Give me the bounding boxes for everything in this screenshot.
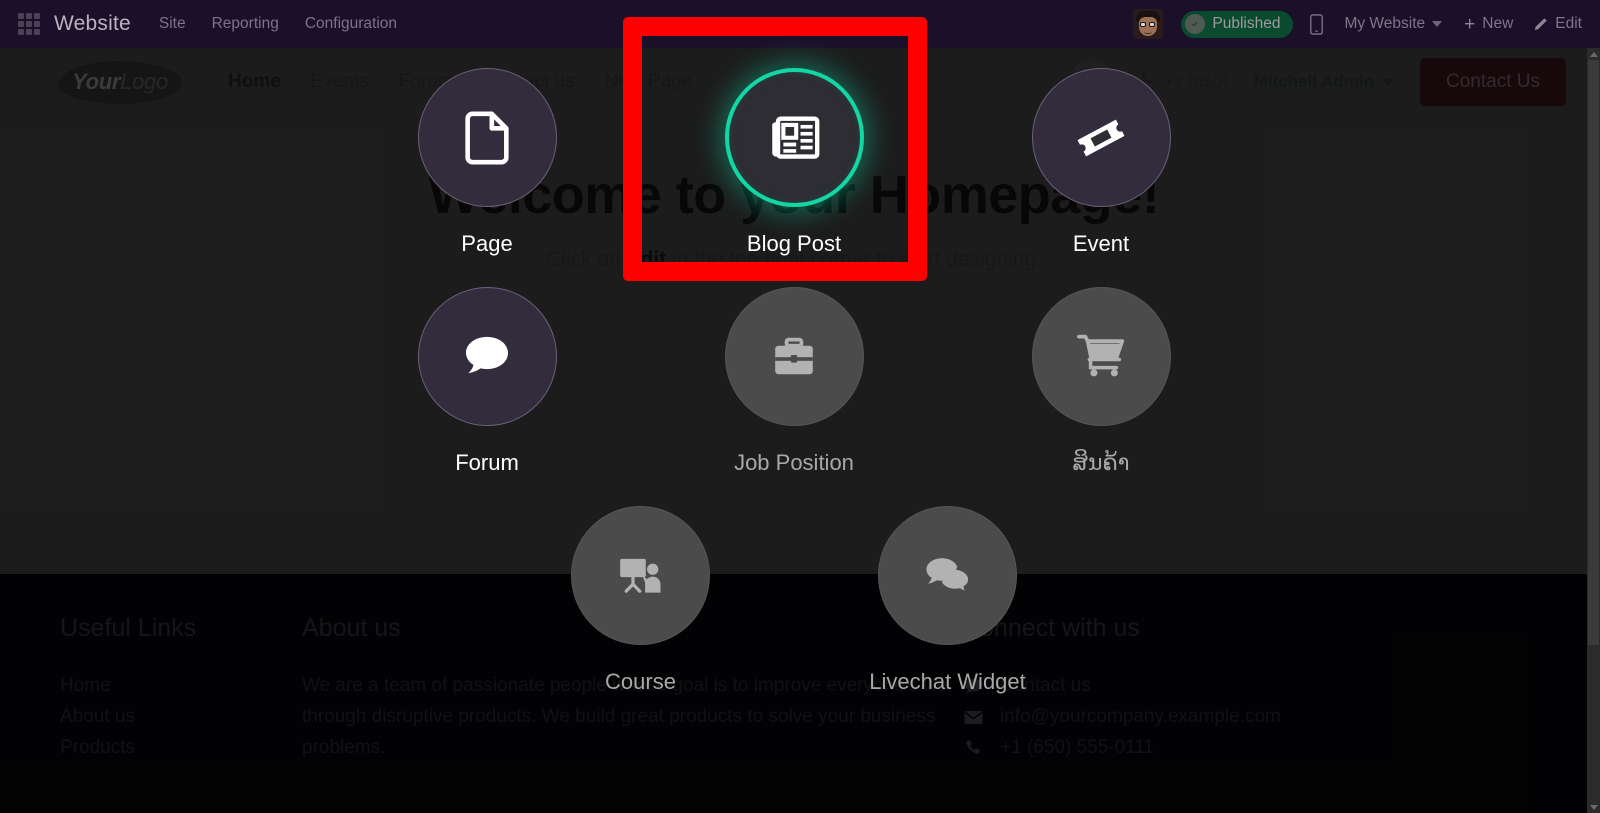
mobile-icon[interactable] [1309,13,1324,35]
new-content-event[interactable]: Event [994,68,1209,257]
new-content-row-2: Forum Job Position ສິນຄ້າ [0,287,1588,476]
menu-configuration[interactable]: Configuration [305,15,397,33]
screen: Website Site Reporting Configuration Pub… [0,0,1600,813]
odoo-top-bar: Website Site Reporting Configuration Pub… [0,0,1600,48]
new-content-dialog: Page Blog Post Event Forum Job Position … [0,48,1588,813]
top-bar-right: Published My Website + New Edit [1133,9,1600,39]
new-content-row-1: Page Blog Post Event [0,68,1588,257]
site-selector[interactable]: My Website [1344,15,1443,33]
new-content-product[interactable]: ສິນຄ້າ [994,287,1209,476]
publish-label: Published [1212,15,1281,32]
site-selector-label: My Website [1344,15,1426,32]
new-content-forum-label: Forum [455,450,519,475]
new-button[interactable]: + New [1464,15,1513,34]
scroll-up-arrow-icon[interactable] [1587,48,1600,60]
newspaper-icon[interactable] [724,68,864,207]
new-content-course[interactable]: Course [533,506,748,695]
new-content-row-3: Course Livechat Widget [0,506,1588,695]
new-content-page[interactable]: Page [380,68,595,257]
menu-site[interactable]: Site [159,15,186,33]
new-button-label: New [1482,15,1514,32]
briefcase-icon[interactable] [724,287,864,426]
new-content-course-label: Course [605,669,676,694]
scrollbar-thumb[interactable] [1588,60,1599,645]
new-content-job-position[interactable]: Job Position [687,287,902,476]
ticket-icon[interactable] [1031,68,1171,207]
new-content-job-position-label: Job Position [734,450,854,475]
avatar[interactable] [1133,9,1164,39]
edit-button-label: Edit [1555,15,1582,32]
document-icon[interactable] [417,68,557,207]
publish-toggle[interactable]: Published [1181,10,1294,38]
comment-icon[interactable] [417,287,557,426]
new-content-event-label: Event [1072,231,1130,256]
app-name[interactable]: Website [54,12,131,36]
edit-button[interactable]: Edit [1533,15,1582,33]
new-content-livechat-widget[interactable]: Livechat Widget [840,506,1055,695]
new-content-forum[interactable]: Forum [380,287,595,476]
scroll-down-arrow-icon[interactable] [1587,801,1600,813]
new-content-page-label: Page [461,231,513,256]
new-content-product-label: ສິນຄ້າ [1072,450,1130,475]
plus-icon: + [1464,13,1476,35]
page-scrollbar[interactable] [1587,48,1600,813]
new-content-livechat-widget-label: Livechat Widget [869,669,1026,694]
chalkboard-teacher-icon[interactable] [571,506,710,645]
chevron-down-icon [1432,21,1443,27]
comments-icon[interactable] [878,506,1017,645]
check-icon [1185,14,1206,34]
apps-grid-icon[interactable] [18,13,40,35]
pencil-icon [1533,17,1548,32]
menu-reporting[interactable]: Reporting [212,15,279,33]
new-content-blog-post[interactable]: Blog Post [687,68,902,257]
shopping-cart-icon[interactable] [1031,287,1171,426]
new-content-blog-post-label: Blog Post [746,231,842,256]
